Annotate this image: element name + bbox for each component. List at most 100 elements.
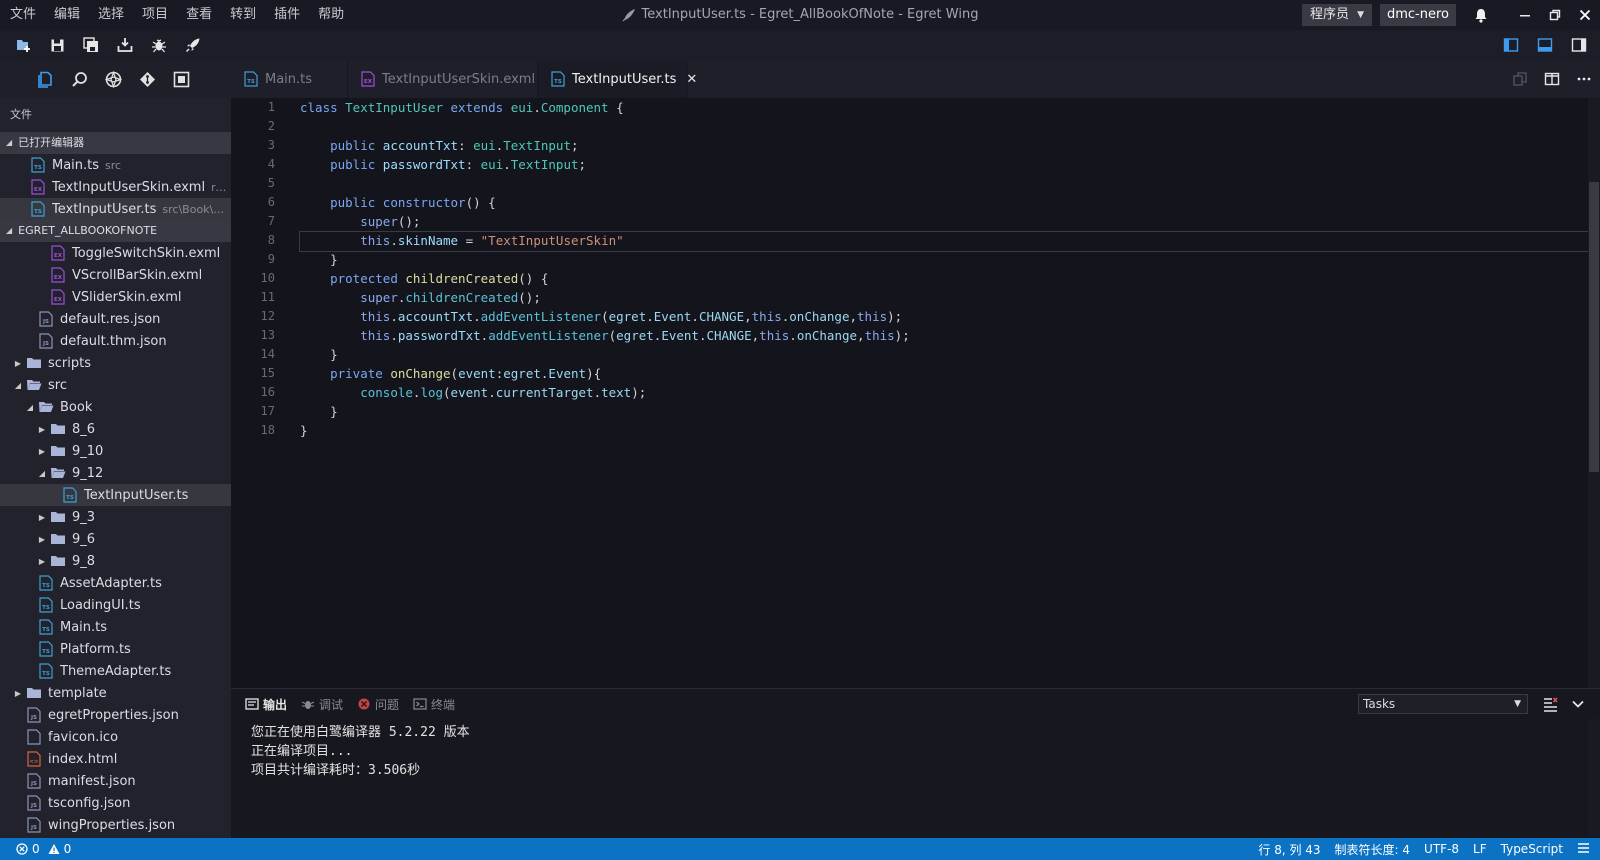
tree-folder-9_12[interactable]: ◢ 9_12: [0, 462, 231, 484]
close-window-button[interactable]: [1570, 0, 1600, 30]
code-line[interactable]: }: [300, 345, 1586, 364]
code-line[interactable]: this.accountTxt.addEventListener(egret.E…: [300, 307, 1586, 326]
project-header[interactable]: ◢ EGRET_ALLBOOKOFNOTE: [0, 220, 231, 242]
problems-summary[interactable]: 0 0: [0, 842, 71, 856]
close-icon[interactable]: ✕: [686, 72, 697, 87]
save-button[interactable]: [40, 30, 74, 60]
cursor-position[interactable]: 行 8, 列 43: [1258, 841, 1320, 858]
tree-folder-9_6[interactable]: ▶ 9_6: [0, 528, 231, 550]
open-editor-item[interactable]: TS Main.ts src: [0, 154, 231, 176]
tree-folder-9_10[interactable]: ▶ 9_10: [0, 440, 231, 462]
menu-view[interactable]: 查看: [176, 0, 220, 30]
collapse-panel-button[interactable]: [1564, 693, 1592, 715]
tree-folder-template[interactable]: ▶ template: [0, 682, 231, 704]
code-line[interactable]: public passwordTxt: eui.TextInput;: [300, 155, 1586, 174]
code-area[interactable]: class TextInputUser extends eui.Componen…: [299, 98, 1600, 440]
tree-folder-9_3[interactable]: ▶ 9_3: [0, 506, 231, 528]
tree-file[interactable]: EX VScrollBarSkin.exml: [0, 264, 231, 286]
tree-folder-src[interactable]: ◢ src: [0, 374, 231, 396]
role-select[interactable]: 程序员 ▼: [1302, 4, 1372, 26]
open-preview-button[interactable]: [1504, 60, 1536, 98]
open-editor-item[interactable]: EX TextInputUserSkin.exml resou...: [0, 176, 231, 198]
code-line[interactable]: }: [300, 402, 1586, 421]
tree-file[interactable]: JS egretProperties.json: [0, 704, 231, 726]
code-line[interactable]: private onChange(event:egret.Event){: [300, 364, 1586, 383]
tab-textinputuser-ts[interactable]: TS TextInputUser.ts ✕: [538, 60, 697, 98]
split-editor-button[interactable]: [1536, 60, 1568, 98]
search-button[interactable]: [62, 60, 96, 98]
code-line[interactable]: super();: [300, 212, 1586, 231]
panel-tab-0[interactable]: 输出: [245, 696, 287, 713]
menu-goto[interactable]: 转到: [220, 0, 264, 30]
code-line[interactable]: [300, 117, 1586, 136]
menu-plugins[interactable]: 插件: [264, 0, 308, 30]
tab-main-ts[interactable]: TS Main.ts: [231, 60, 348, 98]
tree-file[interactable]: <> index.html: [0, 748, 231, 770]
tree-file[interactable]: TS TextInputUser.ts: [0, 484, 231, 506]
tree-file[interactable]: TS Platform.ts: [0, 638, 231, 660]
clear-output-button[interactable]: [1536, 693, 1564, 715]
debug-button[interactable]: [142, 30, 176, 60]
menu-file[interactable]: 文件: [0, 0, 44, 30]
code-line[interactable]: super.childrenCreated();: [300, 288, 1586, 307]
code-line[interactable]: console.log(event.currentTarget.text);: [300, 383, 1586, 402]
toggle-sidebar-button[interactable]: [1494, 30, 1528, 60]
toggle-right-panel-button[interactable]: [1562, 30, 1596, 60]
open-editor-item[interactable]: TS TextInputUser.ts src\Book\9_12: [0, 198, 231, 220]
tree-file[interactable]: TS LoadingUI.ts: [0, 594, 231, 616]
code-line[interactable]: this.passwordTxt.addEventListener(egret.…: [300, 326, 1586, 345]
menu-project[interactable]: 项目: [132, 0, 176, 30]
open-editors-header[interactable]: ◢ 已打开编辑器: [0, 132, 231, 154]
minimize-window-button[interactable]: [1510, 0, 1540, 30]
tree-file[interactable]: favicon.ico: [0, 726, 231, 748]
new-project-button[interactable]: [6, 30, 40, 60]
panel-tab-3[interactable]: 终端: [413, 696, 455, 713]
code-line[interactable]: [300, 174, 1586, 193]
tree-file[interactable]: JS default.res.json: [0, 308, 231, 330]
code-editor[interactable]: 1 2 3 4 5 6 7 8 9 10 11 12 13 14 15 16 17 18 class TextIn…: [231, 98, 1600, 688]
code-line[interactable]: public constructor() {: [300, 193, 1586, 212]
tree-file[interactable]: EX VSliderSkin.exml: [0, 286, 231, 308]
code-line[interactable]: }: [300, 421, 1586, 440]
tab-size[interactable]: 制表符长度: 4: [1335, 841, 1411, 858]
tree-folder-Book[interactable]: ◢ Book: [0, 396, 231, 418]
source-control-button[interactable]: [130, 60, 164, 98]
code-line[interactable]: this.skinName = "TextInputUserSkin": [299, 231, 1600, 252]
notification-bell-icon[interactable]: [1466, 0, 1496, 30]
explorer-button[interactable]: [28, 60, 62, 98]
save-all-button[interactable]: [74, 30, 108, 60]
menu-selection[interactable]: 选择: [88, 0, 132, 30]
publish-button[interactable]: [108, 30, 142, 60]
tree-file[interactable]: JS default.thm.json: [0, 330, 231, 352]
file-encoding[interactable]: UTF-8: [1424, 842, 1459, 856]
panel-tab-2[interactable]: 问题: [357, 696, 399, 713]
panel-scrollbar[interactable]: [1588, 719, 1600, 839]
feedback-icon[interactable]: [1577, 842, 1590, 857]
menu-help[interactable]: 帮助: [308, 0, 352, 30]
more-actions-button[interactable]: [1568, 60, 1600, 98]
code-line[interactable]: class TextInputUser extends eui.Componen…: [300, 98, 1586, 117]
git-button[interactable]: [96, 60, 130, 98]
tree-folder-scripts[interactable]: ▶ scripts: [0, 352, 231, 374]
tree-file[interactable]: JS wingProperties.json: [0, 814, 231, 836]
tree-file[interactable]: JS tsconfig.json: [0, 792, 231, 814]
language-mode[interactable]: TypeScript: [1501, 842, 1563, 856]
editor-scrollbar[interactable]: [1588, 98, 1600, 688]
tab-textinputuserskin-exml[interactable]: EX TextInputUserSkin.exml: [348, 60, 538, 98]
code-line[interactable]: }: [300, 250, 1586, 269]
tree-file[interactable]: TS Main.ts: [0, 616, 231, 638]
extensions-button[interactable]: [164, 60, 198, 98]
task-select[interactable]: Tasks ▼: [1358, 694, 1528, 714]
tree-file[interactable]: TS AssetAdapter.ts: [0, 572, 231, 594]
restore-window-button[interactable]: [1540, 0, 1570, 30]
tree-folder-8_6[interactable]: ▶ 8_6: [0, 418, 231, 440]
run-button[interactable]: [176, 30, 210, 60]
code-line[interactable]: public accountTxt: eui.TextInput;: [300, 136, 1586, 155]
code-line[interactable]: protected childrenCreated() {: [300, 269, 1586, 288]
tree-file[interactable]: JS manifest.json: [0, 770, 231, 792]
toggle-panel-button[interactable]: [1528, 30, 1562, 60]
tree-folder-9_8[interactable]: ▶ 9_8: [0, 550, 231, 572]
user-account-button[interactable]: dmc-nero: [1379, 4, 1456, 26]
menu-edit[interactable]: 编辑: [44, 0, 88, 30]
editor-scrollbar-thumb[interactable]: [1589, 182, 1599, 472]
